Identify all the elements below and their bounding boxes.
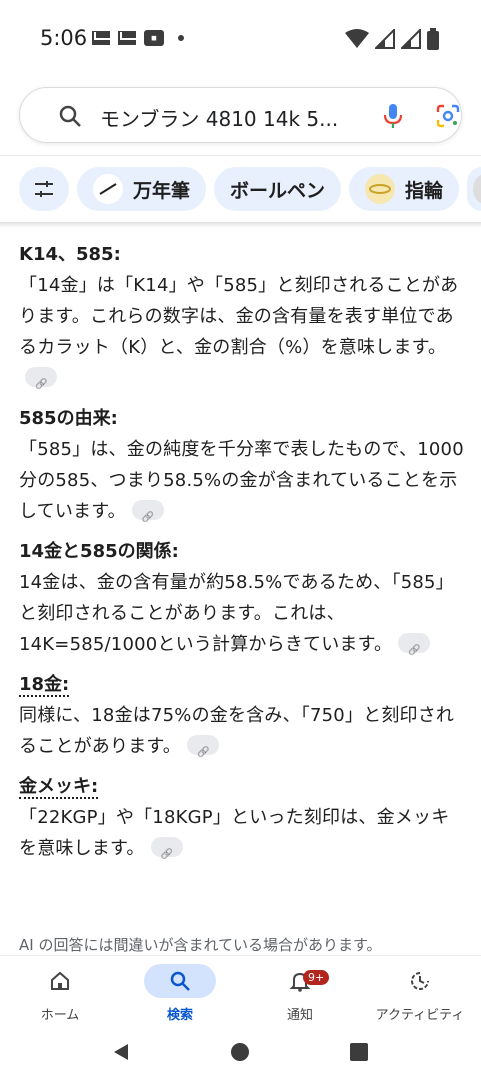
chip-more[interactable] (467, 167, 481, 211)
watch-thumbnail-icon (473, 174, 481, 204)
chip-ring[interactable]: 指輪 (349, 167, 460, 211)
system-navigation-bar (0, 1027, 481, 1080)
section-heading: 585の由来: (19, 408, 118, 429)
section-body: 同様に、18金は75%の金を含み、「750」と刻印されることがあります。 (19, 700, 464, 762)
ring-thumbnail-icon (365, 174, 396, 204)
search-nav-icon (170, 971, 190, 991)
chip-label: ボールペン (230, 179, 326, 202)
battery-icon (427, 28, 439, 50)
section-heading[interactable]: 18金: (19, 670, 464, 700)
scroll-shadow (0, 222, 481, 228)
home-icon (51, 971, 69, 990)
microphone-icon[interactable] (381, 102, 405, 130)
search-icon (59, 105, 81, 127)
back-icon[interactable] (111, 1042, 131, 1062)
google-lens-icon[interactable] (436, 104, 460, 128)
tune-icon (35, 181, 53, 197)
section-gold-plating: 金メッキ: 「22KGP」や「18KGP」といった刻印は、金メッキを意味します。 (19, 772, 464, 864)
signal-icon (375, 29, 395, 49)
bottom-navigation: ホーム 検索 9+ 通知 アクティビティ (0, 955, 481, 1027)
section-body: 「585」は、金の純度を千分率で表したもので、1000分の585、つまり58.5… (19, 434, 464, 527)
more-notifications-icon (178, 35, 184, 41)
section-heading: 14金と585の関係: (19, 541, 179, 562)
nav-activity[interactable]: アクティビティ (365, 964, 475, 1023)
search-bar[interactable]: モンブラン 4810 14k 5... (19, 87, 462, 143)
mail-icon-2 (118, 31, 136, 45)
ai-disclaimer: AI の回答には間違いが含まれている場合があります。 (19, 936, 382, 954)
status-bar: 5:06 ◼ (0, 0, 481, 78)
pen-thumbnail-icon (93, 174, 123, 204)
system-status-icons (345, 28, 439, 50)
home-button-icon[interactable] (230, 1042, 250, 1062)
status-time: 5:06 (40, 26, 88, 50)
source-link-icon[interactable] (25, 367, 57, 387)
filter-settings-button[interactable] (19, 167, 69, 211)
chip-label: 指輪 (405, 179, 444, 202)
source-link-icon[interactable] (398, 633, 431, 653)
section-585-origin: 585の由来: 「585」は、金の純度を千分率で表したもので、1000分の585… (19, 404, 464, 527)
signal-icon-2 (401, 29, 421, 49)
source-link-icon[interactable] (131, 500, 164, 520)
section-body: 「14金」は「K14」や「585」と刻印されることがあります。これらの数字は、金… (19, 270, 464, 394)
section-14k-585-relation: 14金と585の関係: 14金は、金の含有量が約58.5%であるため、「585」… (19, 537, 464, 660)
filter-chips: 万年筆 ボールペン 指輪 (19, 167, 481, 211)
nav-search[interactable]: 検索 (125, 964, 235, 1023)
notification-badge: 9+ (303, 970, 330, 985)
header-divider (0, 155, 481, 156)
nav-notifications[interactable]: 9+ 通知 (245, 964, 355, 1023)
search-query[interactable]: モンブラン 4810 14k 5... (100, 103, 370, 132)
section-body: 「22KGP」や「18KGP」といった刻印は、金メッキを意味します。 (19, 802, 464, 864)
wifi-icon (345, 29, 369, 48)
source-link-icon[interactable] (187, 735, 219, 755)
app-notification-icon: ◼ (144, 30, 164, 46)
section-k14: K14、585: 「14金」は「K14」や「585」と刻印されることがあります。… (19, 240, 464, 394)
mail-icon (92, 31, 110, 45)
recents-icon[interactable] (350, 1043, 368, 1061)
nav-home[interactable]: ホーム (5, 964, 115, 1023)
section-heading[interactable]: 金メッキ: (19, 772, 464, 802)
activity-icon (411, 972, 429, 990)
ai-overview-content: K14、585: 「14金」は「K14」や「585」と刻印されることがあります。… (19, 240, 464, 874)
section-18k: 18金: 同様に、18金は75%の金を含み、「750」と刻印されることがあります… (19, 670, 464, 762)
chip-label: 万年筆 (133, 179, 191, 202)
section-heading: K14、585: (19, 244, 121, 265)
source-link-icon[interactable] (150, 837, 183, 857)
chip-fountain-pen[interactable]: 万年筆 (77, 167, 207, 211)
notification-icons: ◼ (92, 30, 184, 46)
chip-ballpoint-pen[interactable]: ボールペン (214, 167, 342, 211)
section-body: 14金は、金の含有量が約58.5%であるため、「585」と刻印されることがありま… (19, 567, 464, 660)
